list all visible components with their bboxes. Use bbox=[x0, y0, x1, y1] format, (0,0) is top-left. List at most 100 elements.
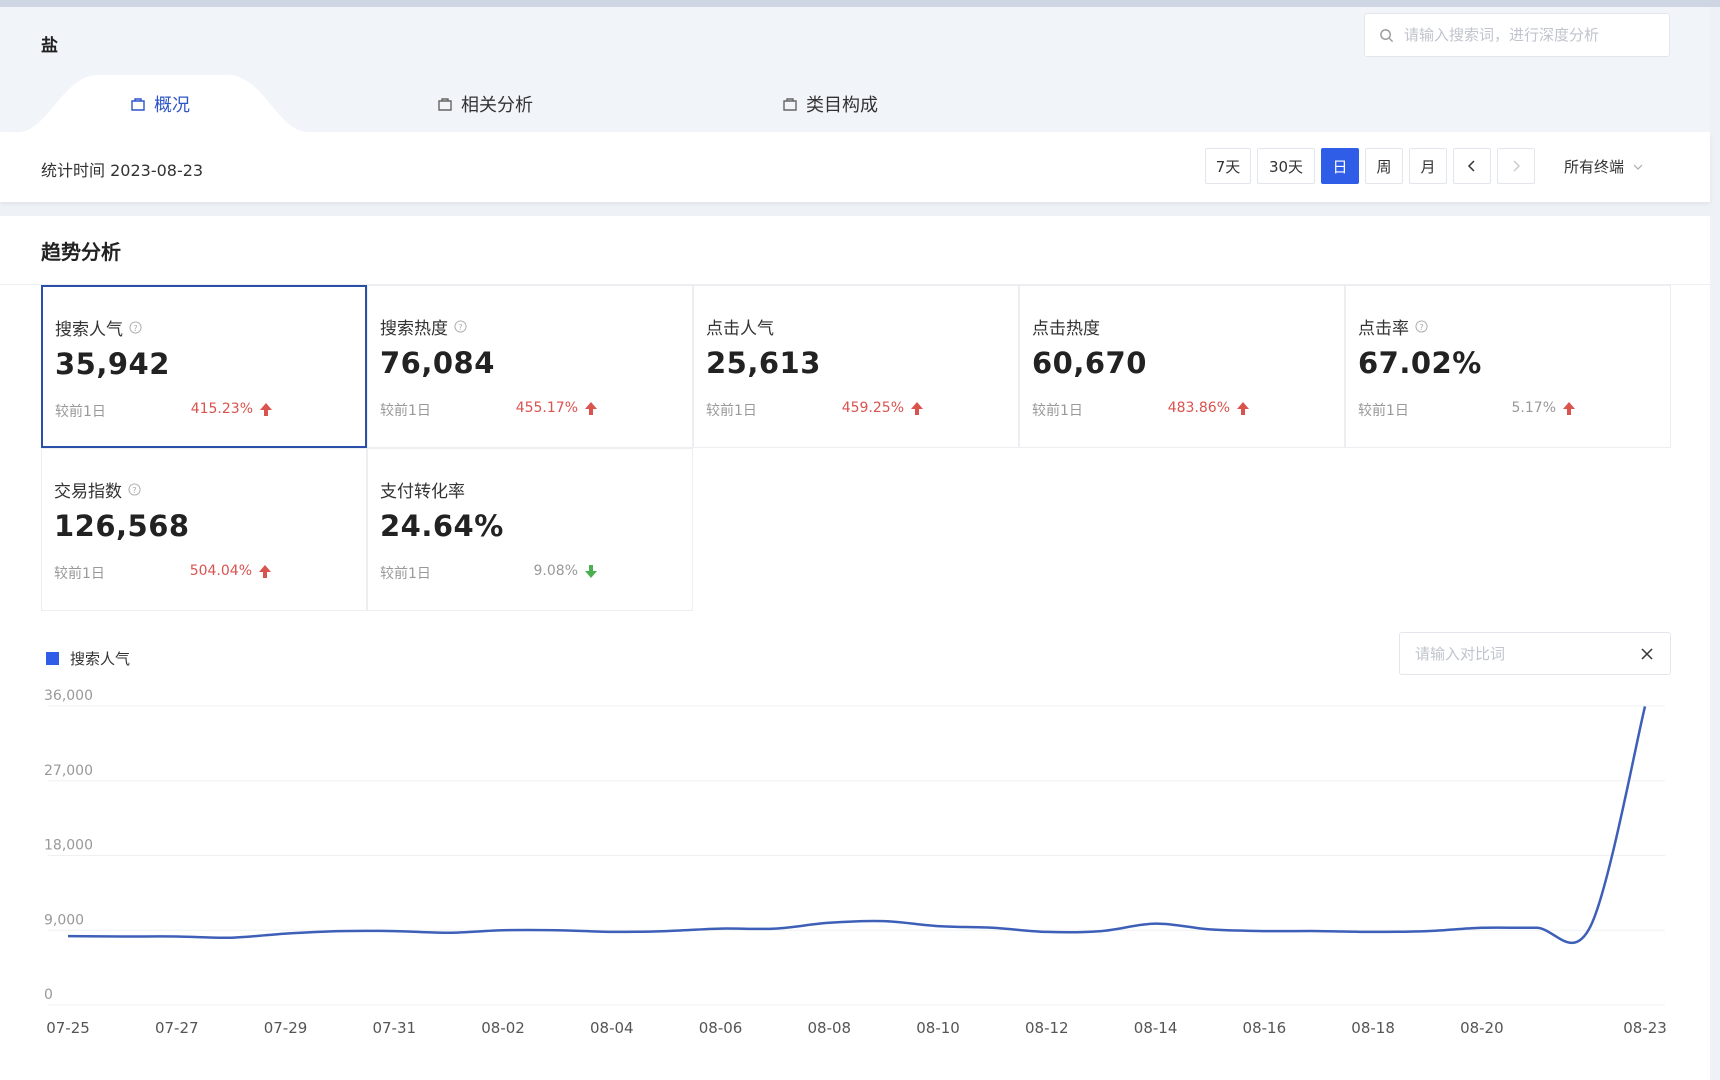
help-icon[interactable]: ? bbox=[128, 483, 141, 496]
arrow-up-icon bbox=[260, 402, 272, 416]
prev-date-button[interactable] bbox=[1453, 148, 1491, 184]
x-tick-label: 08-02 bbox=[481, 1019, 525, 1037]
metric-label: 支付转化率 bbox=[380, 482, 465, 502]
y-tick-label: 0 bbox=[44, 987, 53, 1003]
trend-section: 趋势分析 搜索人气? 35,942 较前1日 415.23% 搜索热度? 76,… bbox=[0, 216, 1710, 1080]
compare-box[interactable] bbox=[1399, 632, 1671, 675]
tab-category-composition-label: 类目构成 bbox=[806, 94, 878, 116]
metric-change: 504.04% bbox=[162, 563, 272, 579]
y-tick-label: 9,000 bbox=[44, 912, 84, 928]
x-tick-label: 07-27 bbox=[155, 1019, 199, 1037]
metric-card-search-popularity[interactable]: 搜索人气? 35,942 较前1日 415.23% bbox=[41, 285, 367, 448]
y-tick-label: 36,000 bbox=[44, 688, 93, 704]
search-box[interactable] bbox=[1364, 13, 1670, 57]
header: 盐 概况 相关分析 类目构成 bbox=[0, 7, 1710, 132]
period-day-button[interactable]: 日 bbox=[1321, 148, 1359, 184]
svg-text:?: ? bbox=[458, 322, 462, 332]
stat-time-label: 统计时间 bbox=[41, 161, 106, 180]
search-icon bbox=[1380, 28, 1394, 42]
chevron-right-icon bbox=[1513, 160, 1521, 172]
metric-change: 455.17% bbox=[488, 400, 598, 416]
metric-compare-label: 较前1日 bbox=[55, 404, 106, 420]
metric-value: 60,670 bbox=[1032, 346, 1147, 380]
search-input[interactable] bbox=[1404, 26, 1654, 44]
close-icon[interactable] bbox=[1640, 647, 1654, 661]
compare-input[interactable] bbox=[1415, 644, 1630, 663]
arrow-up-icon bbox=[1237, 401, 1249, 415]
arrow-up-icon bbox=[259, 564, 271, 578]
bag-icon bbox=[438, 97, 452, 111]
period-7d-button[interactable]: 7天 bbox=[1205, 148, 1251, 184]
svg-text:?: ? bbox=[1419, 322, 1423, 332]
next-date-button[interactable] bbox=[1497, 148, 1535, 184]
period-selector: 7天 30天 日 周 月 bbox=[1205, 148, 1541, 184]
y-tick-label: 27,000 bbox=[44, 763, 93, 779]
metric-label: 搜索热度? bbox=[380, 314, 467, 339]
period-30d-button[interactable]: 30天 bbox=[1257, 148, 1315, 184]
metric-compare-label: 较前1日 bbox=[1358, 403, 1409, 419]
period-week-button[interactable]: 周 bbox=[1365, 148, 1403, 184]
metric-label: 点击率? bbox=[1358, 314, 1428, 339]
chevron-down-icon bbox=[1633, 164, 1643, 170]
arrow-up-icon bbox=[911, 401, 923, 415]
arrow-up-icon bbox=[1563, 401, 1575, 415]
x-tick-label: 08-10 bbox=[916, 1019, 960, 1037]
metric-compare-label: 较前1日 bbox=[706, 403, 757, 419]
tab-related-analysis[interactable]: 相关分析 bbox=[437, 75, 533, 132]
legend-swatch bbox=[46, 652, 59, 665]
metric-card-click-popularity[interactable]: 点击人气 25,613 较前1日 459.25% bbox=[693, 285, 1019, 448]
metric-card-search-heat[interactable]: 搜索热度? 76,084 较前1日 455.17% bbox=[367, 285, 693, 448]
trend-chart: 0 9,000 18,000 27,000 36,000 07-25 07-27 07-29 0… bbox=[44, 688, 1667, 1037]
chart-legend[interactable]: 搜索人气 bbox=[46, 648, 130, 669]
tab-related-analysis-label: 相关分析 bbox=[461, 94, 533, 116]
metric-card-click-rate[interactable]: 点击率? 67.02% 较前1日 5.17% bbox=[1345, 285, 1671, 448]
metric-label: 点击人气 bbox=[706, 319, 774, 339]
metric-value: 24.64% bbox=[380, 509, 504, 543]
terminal-dropdown[interactable]: 所有终端 bbox=[1564, 156, 1644, 177]
help-icon[interactable]: ? bbox=[1415, 320, 1428, 333]
bag-icon bbox=[131, 97, 145, 111]
metric-value: 35,942 bbox=[55, 347, 170, 381]
metric-change: 459.25% bbox=[814, 400, 924, 416]
top-strip bbox=[0, 0, 1720, 7]
tab-category-composition[interactable]: 类目构成 bbox=[782, 75, 878, 132]
svg-text:?: ? bbox=[132, 485, 136, 495]
period-month-button[interactable]: 月 bbox=[1409, 148, 1447, 184]
x-tick-label: 08-12 bbox=[1025, 1019, 1069, 1037]
metric-card-payment-conversion[interactable]: 支付转化率 24.64% 较前1日 9.08% bbox=[367, 448, 693, 611]
stat-time-date: 2023-08-23 bbox=[110, 161, 204, 180]
x-tick-label: 08-23 bbox=[1623, 1019, 1667, 1037]
metric-compare-label: 较前1日 bbox=[54, 566, 105, 582]
metric-compare-label: 较前1日 bbox=[1032, 403, 1083, 419]
keyword-title: 盐 bbox=[41, 36, 58, 56]
chevron-left-icon bbox=[1467, 160, 1475, 172]
series-line-search-popularity[interactable] bbox=[67, 706, 1647, 944]
metric-value: 67.02% bbox=[1358, 346, 1482, 380]
y-tick-label: 18,000 bbox=[44, 838, 93, 854]
x-tick-label: 07-31 bbox=[372, 1019, 416, 1037]
metric-compare-label: 较前1日 bbox=[380, 566, 431, 582]
metric-value: 126,568 bbox=[54, 509, 190, 543]
tab-bar: 概况 相关分析 类目构成 bbox=[0, 75, 1000, 132]
terminal-label: 所有终端 bbox=[1564, 158, 1625, 176]
x-tick-label: 07-29 bbox=[264, 1019, 308, 1037]
metric-change: 415.23% bbox=[163, 401, 273, 417]
help-icon[interactable]: ? bbox=[454, 320, 467, 333]
x-tick-label: 07-25 bbox=[46, 1019, 90, 1037]
metric-label: 搜索人气? bbox=[55, 315, 142, 340]
x-tick-label: 08-16 bbox=[1243, 1019, 1287, 1037]
bag-icon bbox=[783, 97, 797, 111]
help-icon[interactable]: ? bbox=[129, 321, 142, 334]
stat-time: 统计时间 2023-08-23 bbox=[41, 157, 203, 181]
arrow-up-icon bbox=[585, 401, 597, 415]
metric-card-transaction-index[interactable]: 交易指数? 126,568 较前1日 504.04% bbox=[41, 448, 367, 611]
metric-label: 交易指数? bbox=[54, 477, 141, 502]
legend-label: 搜索人气 bbox=[70, 650, 131, 668]
tab-overview[interactable]: 概况 bbox=[130, 75, 190, 132]
svg-text:?: ? bbox=[133, 323, 137, 333]
arrow-down-icon bbox=[585, 564, 597, 578]
metric-value: 76,084 bbox=[380, 346, 495, 380]
metric-card-click-heat[interactable]: 点击热度 60,670 较前1日 483.86% bbox=[1019, 285, 1345, 448]
x-tick-label: 08-14 bbox=[1134, 1019, 1178, 1037]
x-tick-label: 08-04 bbox=[590, 1019, 634, 1037]
